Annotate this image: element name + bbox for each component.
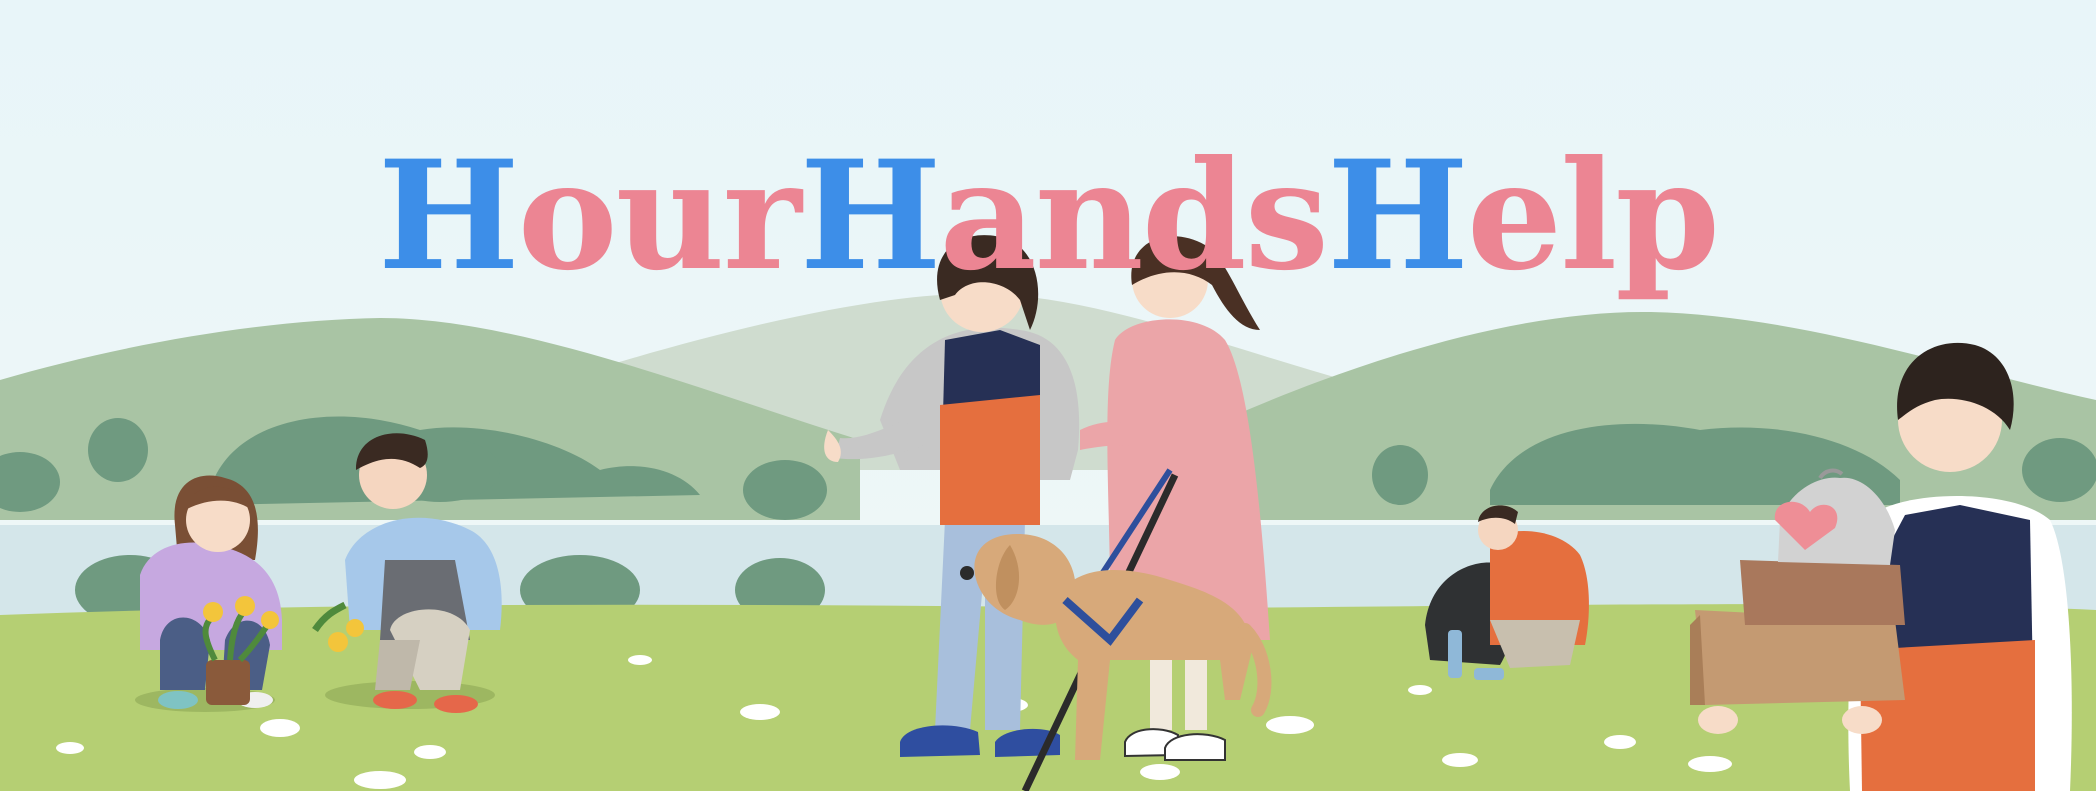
logo-lower-2: ands [939,127,1329,304]
hero-banner: HourHandsHelp [0,0,2096,791]
logo-capital-1: H [377,127,520,304]
brand-logo: HourHandsHelp [0,141,2096,291]
logo-capital-2: H [799,127,942,304]
logo-capital-3: H [1327,127,1469,304]
logo-lower-1: our [517,127,802,304]
logo-lower-3: elp [1466,127,1720,304]
meadow-scene [0,0,2096,791]
